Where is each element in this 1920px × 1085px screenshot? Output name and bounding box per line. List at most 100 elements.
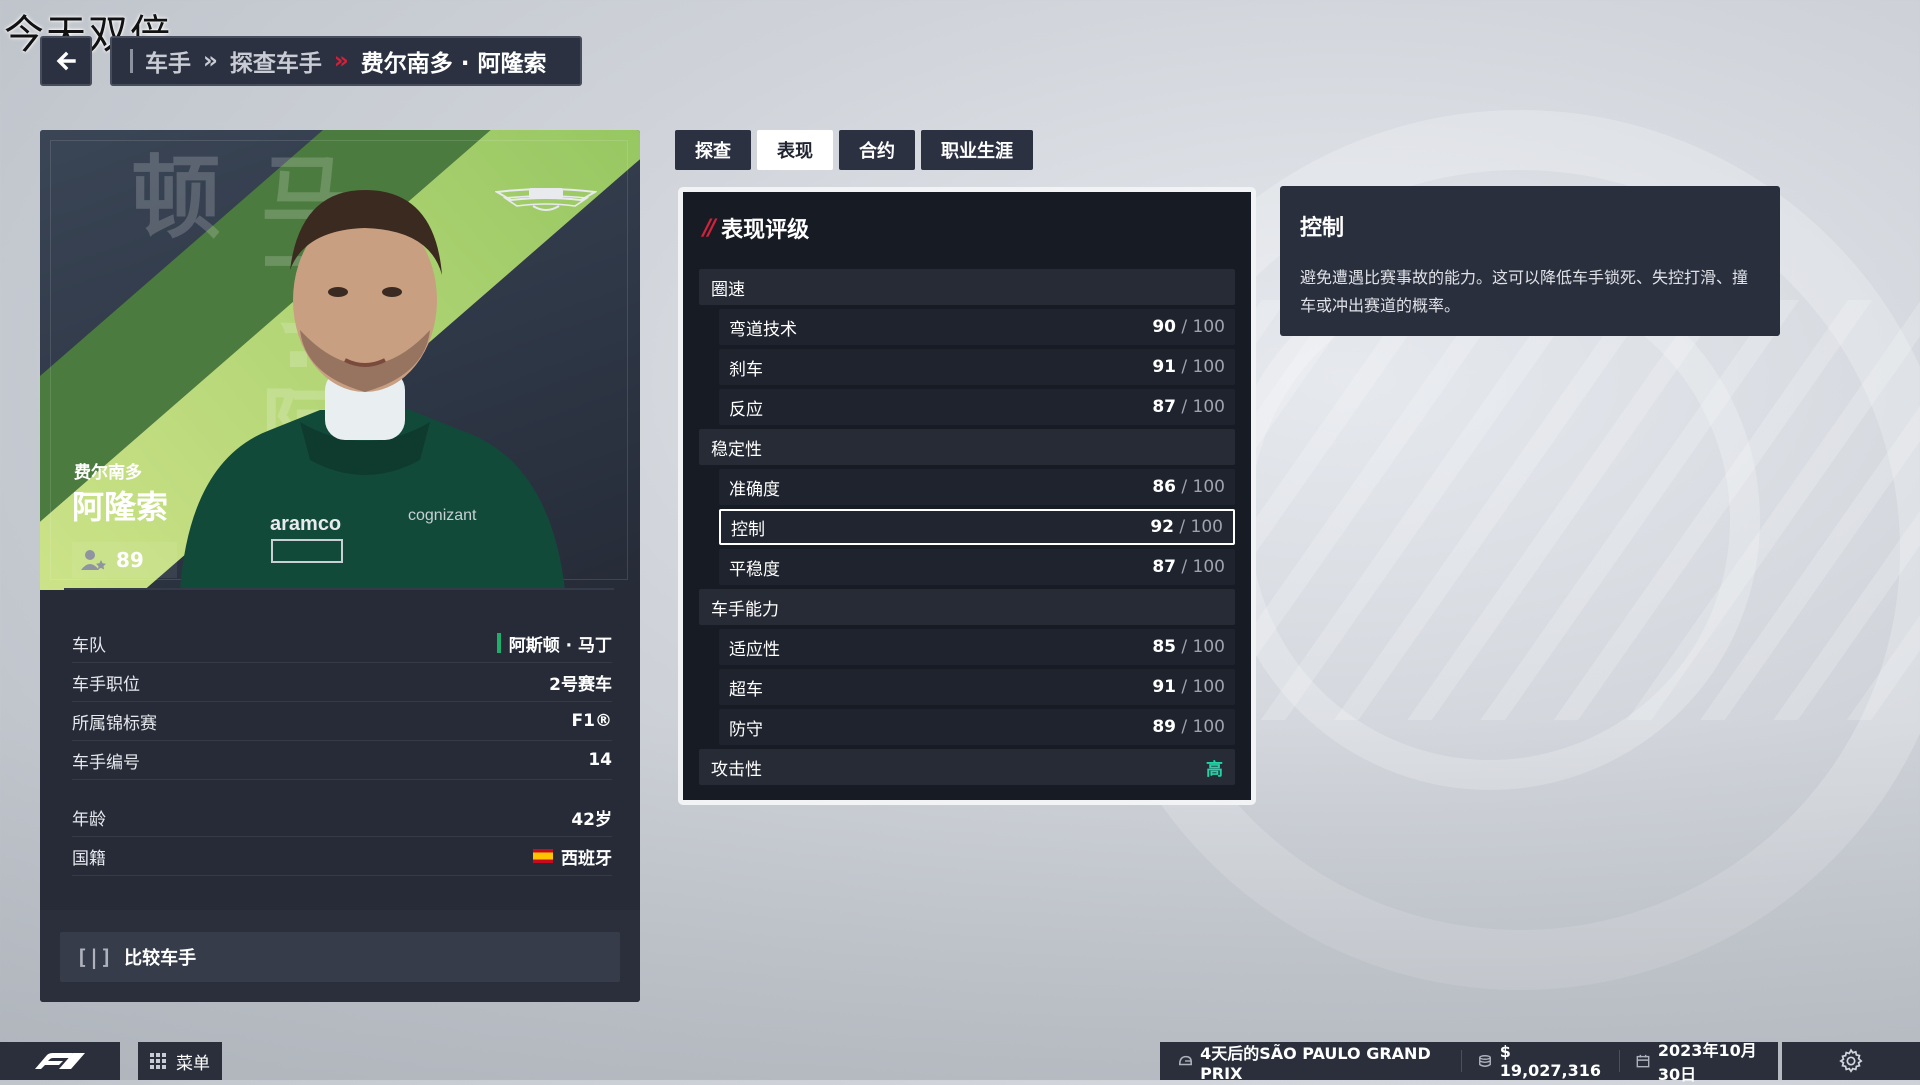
breadcrumb-separator-active: » [333, 48, 349, 74]
rating-row-control-selected[interactable]: 控制 92 / 100 [719, 509, 1235, 545]
budget-value: $ 19,027,316 [1499, 1042, 1602, 1080]
menu-label: 菜单 [176, 1053, 210, 1074]
rating-label: 适应性 [729, 639, 780, 660]
rating-label: 控制 [731, 519, 765, 540]
series-label: 所属锦标赛 [72, 713, 157, 734]
menu-button[interactable]: 菜单 [138, 1042, 222, 1080]
rating-value: 87 [1152, 557, 1176, 577]
driver-card: 马丁·阿斯顿 aramco cognizant 费尔南多 阿隆索 89 车队 阿… [40, 130, 640, 1002]
number-value: 14 [588, 750, 612, 770]
age-value: 42岁 [571, 809, 612, 830]
number-label: 车手编号 [72, 752, 140, 773]
rating-row-braking[interactable]: 刹车 91 / 100 [719, 349, 1235, 385]
tab-scout[interactable]: 探查 [675, 130, 751, 170]
rating-row-cornering[interactable]: 弯道技术 90 / 100 [719, 309, 1235, 345]
rating-row-accuracy[interactable]: 准确度 86 / 100 [719, 469, 1235, 505]
rating-max: / 100 [1181, 317, 1225, 337]
category-label: 圈速 [711, 279, 745, 300]
helmet-icon [1178, 1055, 1192, 1066]
rating-label: 平稳度 [729, 559, 780, 580]
f1-logo-tab [0, 1042, 120, 1080]
driver-rating-value: 89 [116, 548, 144, 572]
aggression-value: 高 [1206, 759, 1223, 780]
rating-max: / 100 [1181, 397, 1225, 417]
rating-label: 刹车 [729, 359, 763, 380]
next-race-text: 4天后的SÃO PAULO GRAND PRIX [1200, 1043, 1431, 1083]
compare-key-icon: [|] [76, 945, 113, 969]
info-row-series: 所属锦标赛 F1® [72, 702, 612, 741]
rating-value: 91 [1152, 677, 1176, 697]
status-bar: 4天后的SÃO PAULO GRAND PRIX $ 19,027,316 20… [1160, 1041, 1778, 1084]
rating-label: 准确度 [729, 479, 780, 500]
role-value: 2号赛车 [549, 674, 612, 695]
category-pace: 圈速 [699, 269, 1235, 305]
breadcrumb-current: 费尔南多 · 阿隆索 [360, 51, 547, 77]
rating-row-overtaking[interactable]: 超车 91 / 100 [719, 669, 1235, 705]
compare-drivers-button[interactable]: [|] 比较车手 [60, 932, 620, 982]
rating-value: 92 [1150, 517, 1174, 537]
tab-contract[interactable]: 合约 [839, 130, 915, 170]
driver-photo: aramco cognizant [180, 190, 565, 590]
tab-bar: 探查 表现 合约 职业生涯 [675, 130, 1033, 170]
driver-portrait: 马丁·阿斯顿 aramco cognizant 费尔南多 阿隆索 89 [40, 130, 640, 590]
category-consistency: 稳定性 [699, 429, 1235, 465]
svg-text:cognizant: cognizant [408, 507, 477, 524]
rating-row-reactions[interactable]: 反应 87 / 100 [719, 389, 1235, 425]
ratings-title: // 表现评级 [703, 212, 809, 244]
rating-value: 90 [1152, 317, 1176, 337]
rating-row-adaptability[interactable]: 适应性 85 / 100 [719, 629, 1235, 665]
ratings-list: 圈速 弯道技术 90 / 100 刹车 91 / 100 反应 87 / 100 稳定… [699, 269, 1235, 789]
tab-performance[interactable]: 表现 [757, 130, 833, 170]
breadcrumb-divider [130, 49, 133, 73]
driver-rating-badge: 89 [72, 542, 177, 578]
description-body: 避免遭遇比赛事故的能力。这可以降低车手锁死、失控打滑、撞车或冲出赛道的概率。 [1300, 268, 1749, 315]
breadcrumb: 车手 » 探查车手 » 费尔南多 · 阿隆索 [110, 36, 582, 86]
rating-value: 91 [1152, 357, 1176, 377]
rating-row-defending[interactable]: 防守 89 / 100 [719, 709, 1235, 745]
rating-value: 89 [1152, 717, 1176, 737]
date-info: 2023年10月30日 [1636, 1037, 1778, 1085]
f1-logo-icon [35, 1053, 85, 1069]
info-row-role: 车手职位 2号赛车 [72, 663, 612, 702]
performance-ratings-panel: // 表现评级 圈速 弯道技术 90 / 100 刹车 91 / 100 反应 87 … [678, 187, 1256, 805]
rating-max: / 100 [1181, 717, 1225, 737]
nationality-value: 西班牙 [561, 848, 612, 869]
rating-label: 超车 [729, 679, 763, 700]
tab-career[interactable]: 职业生涯 [921, 130, 1033, 170]
budget-info: $ 19,027,316 [1478, 1042, 1603, 1080]
settings-button[interactable] [1782, 1042, 1920, 1080]
rating-label: 反应 [729, 399, 763, 420]
rating-row-smoothness[interactable]: 平稳度 87 / 100 [719, 549, 1235, 585]
date-value: 2023年10月30日 [1657, 1041, 1757, 1084]
rating-max: / 100 [1179, 517, 1223, 537]
info-row-number: 车手编号 14 [72, 741, 612, 780]
breadcrumb-item-drivers[interactable]: 车手 [145, 44, 191, 78]
gear-icon [1839, 1048, 1863, 1073]
info-row-nationality: 国籍 西班牙 [72, 837, 612, 876]
ratings-title-text: 表现评级 [721, 218, 810, 243]
info-row-age: 年龄 42岁 [72, 798, 612, 837]
coins-icon [1478, 1055, 1491, 1067]
aggression-label: 攻击性 [711, 759, 762, 780]
category-label: 车手能力 [711, 599, 779, 620]
rating-max: / 100 [1181, 637, 1225, 657]
rating-label: 弯道技术 [729, 319, 797, 340]
svg-text:aramco: aramco [270, 513, 341, 535]
role-label: 车手职位 [72, 674, 140, 695]
compare-drivers-label: 比较车手 [124, 948, 197, 969]
category-racecraft: 车手能力 [699, 589, 1235, 625]
team-value: 阿斯顿 · 马丁 [508, 635, 612, 656]
driver-rating-icon [81, 550, 106, 570]
rating-max: / 100 [1181, 357, 1225, 377]
category-aggression[interactable]: 攻击性 高 [699, 749, 1235, 785]
breadcrumb-item-scout[interactable]: 探查车手 [230, 44, 322, 78]
back-button[interactable] [40, 36, 92, 86]
age-label: 年龄 [72, 809, 106, 830]
category-label: 稳定性 [711, 439, 762, 460]
driver-first-name: 费尔南多 [74, 463, 142, 483]
rating-label: 防守 [729, 719, 763, 740]
rating-max: / 100 [1181, 477, 1225, 497]
calendar-icon [1636, 1054, 1650, 1068]
breadcrumb-separator: » [203, 48, 218, 74]
grid-menu-icon [150, 1053, 166, 1069]
